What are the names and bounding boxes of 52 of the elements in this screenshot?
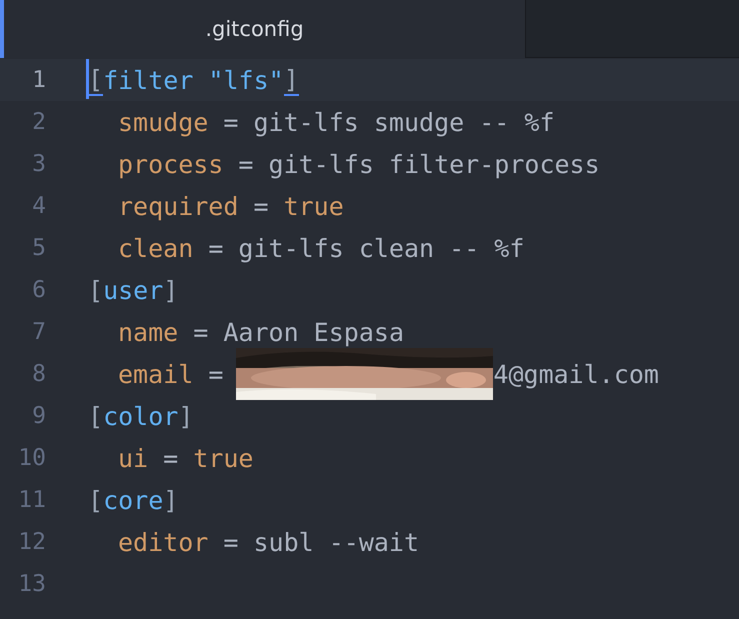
equals-sign: = bbox=[162, 444, 180, 472]
text-cursor bbox=[86, 58, 89, 98]
bracket: ] bbox=[163, 486, 178, 514]
line-number: 6 bbox=[31, 277, 46, 303]
config-key: email bbox=[118, 360, 194, 388]
bracket: [ bbox=[88, 486, 104, 514]
line-number: 9 bbox=[31, 403, 46, 429]
config-value: git-lfs filter-process bbox=[268, 150, 600, 178]
config-key: name bbox=[118, 318, 178, 346]
config-key: required bbox=[118, 192, 238, 220]
line-number: 5 bbox=[31, 235, 46, 261]
equals-sign: = bbox=[207, 234, 224, 262]
config-key: process bbox=[118, 150, 224, 178]
line-number: 13 bbox=[17, 571, 46, 597]
config-key: smudge bbox=[118, 108, 208, 136]
line-number: 12 bbox=[17, 529, 46, 555]
equals-sign: = bbox=[192, 318, 210, 346]
line-number: 4 bbox=[31, 193, 46, 219]
boolean-value: true bbox=[284, 192, 344, 220]
bracket: ] bbox=[178, 402, 194, 430]
line-number: 1 bbox=[31, 67, 46, 93]
bracket: ] bbox=[163, 276, 178, 304]
equals-sign: = bbox=[222, 528, 240, 556]
config-value: subl --wait bbox=[253, 528, 420, 556]
section-name: filter bbox=[103, 66, 194, 94]
boolean-value: true bbox=[193, 444, 254, 472]
line-number: 2 bbox=[31, 109, 46, 135]
line-number: 7 bbox=[31, 319, 46, 345]
config-key: clean bbox=[118, 234, 194, 262]
config-value: Aaron Espasa bbox=[223, 318, 404, 346]
config-key: editor bbox=[118, 528, 208, 556]
string-literal: "lfs" bbox=[208, 66, 284, 94]
equals-sign: = bbox=[222, 108, 240, 136]
line-number: 8 bbox=[31, 361, 46, 387]
section-name: core bbox=[103, 486, 164, 514]
bracket: [ bbox=[88, 402, 104, 430]
line-number: 3 bbox=[31, 151, 46, 177]
section-name: user bbox=[103, 276, 164, 304]
bracket: ] bbox=[284, 64, 299, 96]
equals-sign: = bbox=[207, 360, 224, 388]
config-key: ui bbox=[118, 444, 148, 472]
file-tab[interactable]: .gitconfig bbox=[0, 0, 526, 58]
equals-sign: = bbox=[237, 150, 254, 178]
bracket: [ bbox=[88, 276, 104, 304]
config-value: git-lfs clean -- %f bbox=[238, 234, 524, 262]
bracket: [ bbox=[88, 64, 104, 96]
line-number: 11 bbox=[17, 487, 46, 513]
equals-sign: = bbox=[252, 192, 270, 220]
section-name: color bbox=[103, 402, 178, 430]
line-number: 10 bbox=[17, 445, 46, 471]
config-value: git-lfs smudge -- %f bbox=[253, 108, 554, 136]
config-value: 4@gmail.com bbox=[493, 360, 659, 388]
